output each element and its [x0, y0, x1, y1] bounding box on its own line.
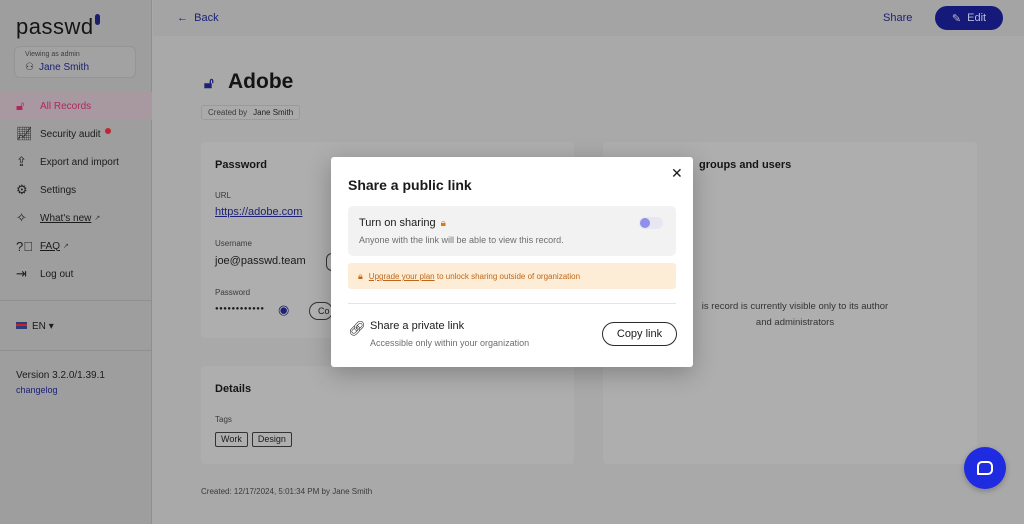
sidebar-item-label: What's new	[40, 212, 92, 224]
private-link-description: Accessible only within your organization	[370, 338, 530, 348]
share-button[interactable]: Share	[883, 12, 912, 24]
sidebar-divider	[0, 300, 152, 301]
user-switch-icon: ⚇	[25, 62, 34, 73]
locked-icon: 🔒︎	[440, 218, 446, 229]
username-label: Username	[215, 239, 252, 248]
sidebar-item-whats-new[interactable]: ✧ What's new ↗	[0, 204, 152, 232]
sharing-description: Anyone with the link will be able to vie…	[359, 235, 564, 245]
lock-icon: 🔓︎	[204, 75, 214, 92]
username-value: joe@passwd.team	[215, 255, 306, 267]
sidebar: passwd Viewing as admin ⚇ Jane Smith 🔓︎ A…	[0, 0, 152, 524]
sidebar-item-label: All Records	[40, 100, 92, 112]
language-code: EN	[32, 321, 46, 332]
arrow-left-icon: ←	[177, 12, 188, 24]
sharing-toggle[interactable]	[639, 217, 663, 229]
sidebar-item-label: Security audit	[40, 128, 101, 140]
url-label: URL	[215, 191, 232, 200]
viewing-as-box: Viewing as admin ⚇ Jane Smith	[14, 46, 136, 78]
viewing-as-caption: Viewing as admin	[25, 51, 80, 58]
back-button[interactable]: ← Back	[177, 12, 219, 24]
changelog-link[interactable]: changelog	[16, 385, 58, 395]
uk-flag-icon	[16, 322, 27, 329]
groups-card-title: groups and users	[699, 159, 792, 171]
upgrade-plan-link[interactable]: Upgrade your plan	[369, 272, 435, 281]
external-link-icon: ↗	[94, 215, 101, 222]
eye-icon[interactable]: ◉	[278, 302, 289, 318]
created-footer: Created: 12/17/2024, 5:01:34 PM by Jane …	[201, 487, 373, 496]
alert-badge	[104, 128, 111, 134]
edit-button[interactable]: ✎ Edit	[935, 6, 1003, 30]
chat-launcher-button[interactable]	[964, 447, 1006, 489]
passwd-logo[interactable]: passwd	[16, 14, 100, 40]
upload-icon: ⇪	[16, 154, 27, 169]
modal-title: Share a public link	[348, 177, 472, 193]
record-title-text: Adobe	[228, 70, 294, 93]
sidebar-item-settings[interactable]: ⚙ Settings	[0, 176, 152, 204]
chevron-down-icon: ▾	[48, 321, 54, 332]
upgrade-text: to unlock sharing outside of organizatio…	[434, 272, 581, 281]
password-masked: ●●●●●●●●●●●●	[215, 306, 265, 312]
viewing-user-name: Jane Smith	[39, 62, 90, 73]
password-card-title: Password	[215, 159, 267, 171]
close-icon[interactable]: ✕	[671, 165, 683, 182]
modal-divider	[348, 303, 676, 304]
tag-chip: Design	[251, 432, 292, 447]
sidebar-item-label: FAQ	[40, 240, 61, 252]
sidebar-nav: 🔓︎ All Records 📈︎ Security audit ⇪ Expor…	[0, 92, 152, 288]
sharing-label: Turn on sharing 🔒︎	[359, 217, 446, 229]
logo-key-icon	[94, 14, 100, 25]
toggle-knob	[640, 218, 650, 228]
details-card-title: Details	[215, 383, 252, 395]
visibility-line-1: is record is currently visible only to i…	[701, 301, 889, 312]
back-label: Back	[194, 12, 219, 24]
password-label: Password	[215, 288, 251, 297]
language-selector[interactable]: EN ▾	[16, 321, 54, 332]
gear-icon: ⚙	[16, 182, 28, 197]
sidebar-item-label: Settings	[40, 184, 77, 196]
record-title: 🔓︎ Adobe	[204, 70, 293, 94]
created-by-label: Created by	[208, 108, 248, 117]
details-card: Details Tags Work Design	[201, 366, 574, 464]
visibility-line-2: and administrators	[755, 317, 835, 328]
chat-bubble-icon	[977, 461, 993, 475]
question-icon: ?⃝	[16, 238, 33, 254]
copy-label: Co	[318, 306, 330, 316]
upgrade-banner: 🔒︎ Upgrade your plan to unlock sharing ou…	[348, 263, 676, 289]
logout-icon: ⇥	[16, 266, 27, 281]
sidebar-item-faq[interactable]: ?⃝ FAQ ↗	[0, 232, 152, 260]
party-icon: ✧	[16, 210, 27, 225]
sidebar-item-security-audit[interactable]: 📈︎ Security audit	[0, 120, 152, 148]
viewing-as-user: ⚇ Jane Smith	[25, 62, 89, 73]
url-link[interactable]: https://adobe.com	[215, 206, 302, 218]
created-by-badge: Created by Jane Smith	[201, 105, 301, 120]
top-bar: ← Back Share ✎ Edit	[153, 0, 1024, 36]
sidebar-item-export-import[interactable]: ⇪ Export and import	[0, 148, 152, 176]
link-icon: 🔗︎	[348, 320, 366, 336]
chart-icon: 📈︎	[16, 126, 33, 141]
lock-icon: 🔓︎	[16, 98, 25, 113]
sidebar-divider	[0, 350, 152, 351]
copy-password-button[interactable]: Co	[309, 302, 333, 320]
visibility-text: is record is currently visible only to i…	[685, 299, 905, 331]
edit-label: Edit	[967, 12, 987, 24]
sidebar-item-label: Log out	[40, 268, 74, 280]
copy-link-button[interactable]: Copy link	[602, 322, 677, 346]
tag-chip: Work	[215, 432, 248, 447]
private-link-label: Share a private link	[370, 320, 465, 332]
sidebar-item-label: Export and import	[40, 156, 119, 168]
locked-icon: 🔒︎	[358, 271, 363, 281]
pencil-icon: ✎	[951, 12, 962, 25]
created-by-name: Jane Smith	[253, 108, 294, 117]
share-link-modal: Share a public link ✕ Turn on sharing 🔒︎ …	[331, 157, 693, 367]
sharing-label-text: Turn on sharing	[359, 217, 436, 229]
tags-label: Tags	[215, 415, 232, 424]
sidebar-item-all-records[interactable]: 🔓︎ All Records	[0, 92, 152, 120]
logo-text: passwd	[16, 14, 94, 39]
sidebar-item-log-out[interactable]: ⇥ Log out	[0, 260, 152, 288]
public-sharing-box: Turn on sharing 🔒︎ Anyone with the link w…	[348, 206, 676, 256]
external-link-icon: ↗	[63, 243, 69, 250]
tags-list: Work Design	[215, 429, 296, 447]
version-text: Version 3.2.0/1.39.1	[16, 370, 105, 381]
